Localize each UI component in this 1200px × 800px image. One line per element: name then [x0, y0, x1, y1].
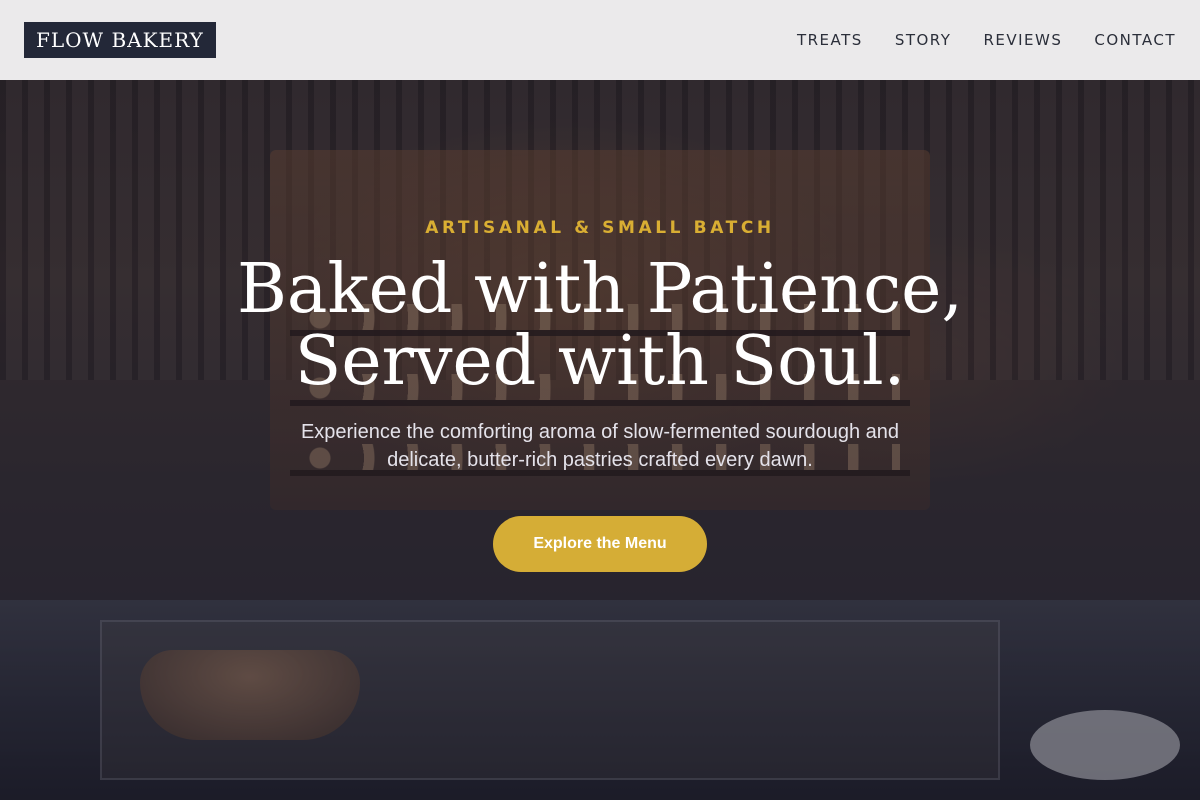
- hero-eyebrow: ARTISANAL & SMALL BATCH: [425, 218, 775, 238]
- hero-headline-line-1: Baked with Patience,: [236, 250, 964, 329]
- hero-subtext: Experience the comforting aroma of slow-…: [300, 421, 900, 471]
- top-navbar: FLOW BAKERY TREATS STORY REVIEWS CONTACT: [0, 0, 1200, 80]
- hero-headline-line-2: Served with Soul.: [294, 322, 906, 401]
- nav-link-story[interactable]: STORY: [895, 31, 952, 49]
- nav-link-treats[interactable]: TREATS: [797, 31, 863, 49]
- nav-link-contact[interactable]: CONTACT: [1094, 31, 1176, 49]
- main-nav: TREATS STORY REVIEWS CONTACT: [797, 31, 1176, 49]
- explore-menu-button[interactable]: Explore the Menu: [493, 516, 707, 572]
- nav-link-reviews[interactable]: REVIEWS: [983, 31, 1062, 49]
- brand-logo[interactable]: FLOW BAKERY: [24, 22, 216, 58]
- hero-content: ARTISANAL & SMALL BATCH Baked with Patie…: [0, 218, 1200, 572]
- hero-headline: Baked with Patience, Served with Soul.: [0, 254, 1200, 398]
